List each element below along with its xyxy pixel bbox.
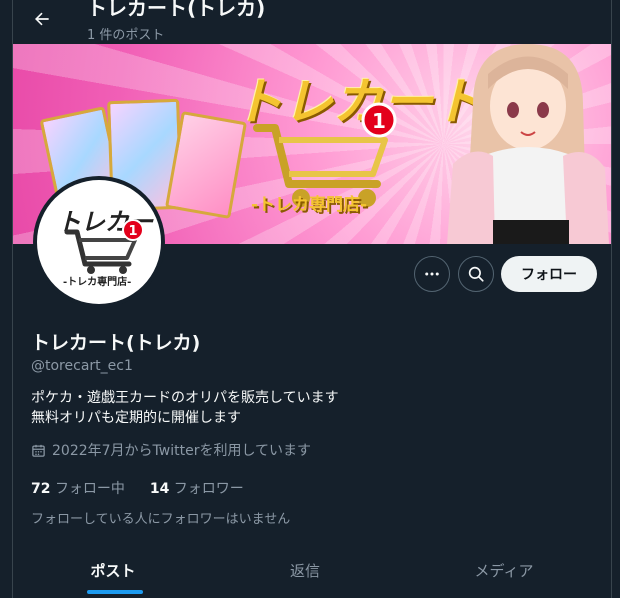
followers-count: 14 <box>149 481 170 497</box>
tab-replies[interactable]: 返信 <box>213 548 397 598</box>
profile-tabs: ポスト 返信 メディア <box>13 548 611 598</box>
post-count: 1 件のポスト <box>87 28 165 43</box>
following-link[interactable]: 72 フォロー中 <box>31 481 125 497</box>
joined-date: 2022年7月からTwitterを利用しています <box>31 440 311 460</box>
avatar-image: トレカート 1 -トレカ専門店- <box>37 180 161 304</box>
followers-label: フォロワー <box>173 481 244 497</box>
follow-stats: 72 フォロー中 14 フォロワー <box>31 478 244 498</box>
calendar-icon <box>31 443 46 458</box>
bio-line: 無料オリパも定期的に開催します <box>31 410 241 426</box>
banner-shop-text: -トレカ専門店- <box>251 195 368 215</box>
tab-media[interactable]: メディア <box>397 548 611 598</box>
back-button[interactable] <box>29 6 55 32</box>
more-button[interactable] <box>414 256 450 292</box>
banner-logo: トレカート 1 -トレカ専門店- <box>227 62 483 222</box>
search-button[interactable] <box>458 256 494 292</box>
profile-name: トレカート(トレカ) <box>31 332 201 354</box>
following-count: 72 <box>31 481 51 497</box>
avatar-shop-text: -トレカ専門店- <box>63 277 132 288</box>
more-icon <box>425 272 439 276</box>
avatar-badge-number: 1 <box>128 224 137 239</box>
top-bar: トレカート(トレカ) 1 件のポスト <box>13 0 611 44</box>
followers-link[interactable]: 14 フォロワー <box>150 481 244 497</box>
search-icon <box>468 266 484 282</box>
character-illustration <box>447 44 609 244</box>
avatar[interactable]: トレカート 1 -トレカ専門店- <box>33 176 165 308</box>
follow-button[interactable]: フォロー <box>501 256 597 292</box>
banner-badge-number: 1 <box>372 109 386 133</box>
profile-handle: @torecart_ec1 <box>31 358 133 374</box>
back-arrow-icon <box>35 12 49 26</box>
profile-page: トレカート(トレカ) 1 件のポスト トレカート 1 -トレカ専門店- トレカー… <box>12 0 612 598</box>
header-title: トレカート(トレカ) <box>87 0 266 20</box>
joined-text: 2022年7月からTwitterを利用しています <box>52 443 312 459</box>
bio-line: ポケカ・遊戯王カードのオリパを販売しています <box>31 390 339 406</box>
profile-bio: ポケカ・遊戯王カードのオリパを販売しています 無料オリパも定期的に開催します <box>31 388 339 428</box>
following-label: フォロー中 <box>54 481 125 497</box>
active-tab-indicator <box>87 590 143 594</box>
followed-by-text: フォローしている人にフォロワーはいません <box>31 512 291 527</box>
